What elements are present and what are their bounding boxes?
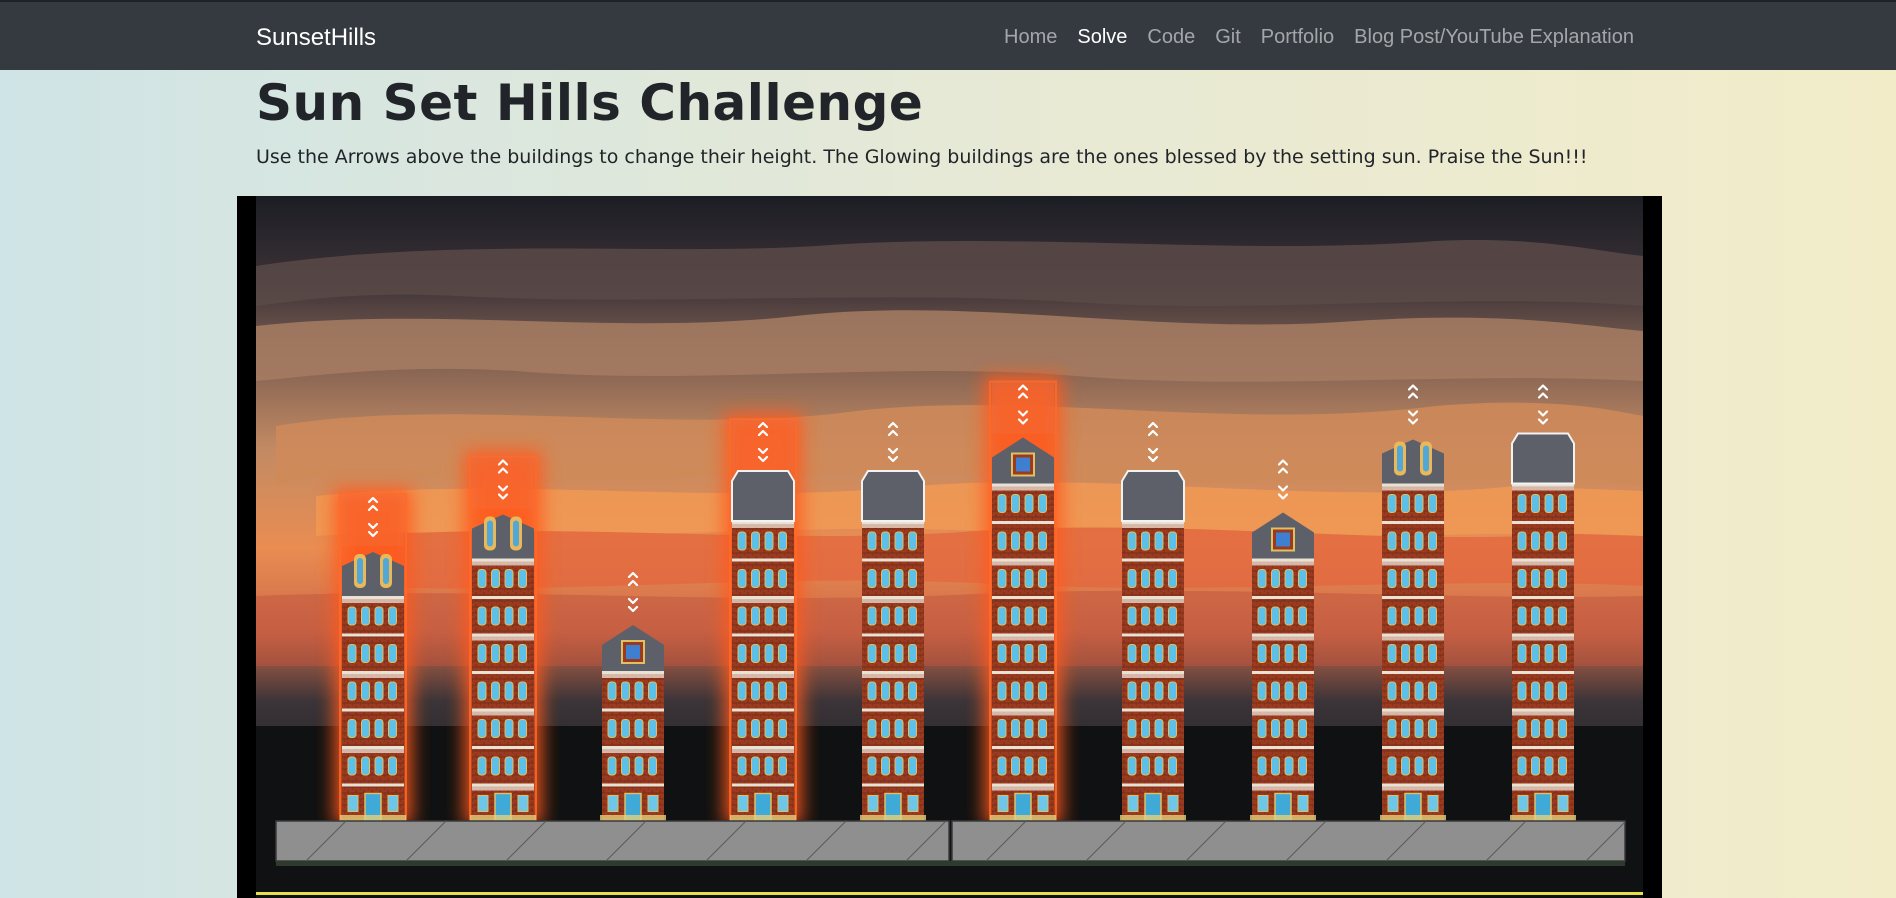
- sunset-scene: [256, 196, 1643, 898]
- slate-roof: [731, 470, 795, 522]
- nav-code[interactable]: Code: [1147, 26, 1195, 49]
- attic-window-icon: [1276, 532, 1290, 547]
- building-5: [860, 421, 926, 822]
- building-6: [984, 375, 1062, 825]
- building-9: [1380, 384, 1446, 822]
- page-title: Sun Set Hills Challenge: [256, 74, 924, 132]
- building-2: [464, 450, 542, 825]
- building-10: [1510, 384, 1576, 822]
- building-4: [724, 413, 802, 825]
- nav-blog-post[interactable]: Blog Post/YouTube Explanation: [1354, 26, 1634, 49]
- slate-roof: [1511, 432, 1575, 485]
- slate-roof: [861, 470, 925, 522]
- ground-line: [256, 892, 1643, 895]
- attic-window-icon: [626, 645, 640, 659]
- nav-links: Home Solve Code Git Portfolio Blog Post/…: [1004, 26, 1634, 49]
- nav-solve[interactable]: Solve: [1077, 26, 1127, 49]
- nav-git[interactable]: Git: [1215, 26, 1241, 49]
- slate-roof: [1121, 470, 1185, 522]
- nav-home[interactable]: Home: [1004, 26, 1057, 49]
- brand-logo[interactable]: SunsetHills: [256, 24, 376, 52]
- nav-portfolio[interactable]: Portfolio: [1261, 26, 1334, 49]
- page-instructions: Use the Arrows above the buildings to ch…: [256, 146, 1588, 168]
- top-navbar: SunsetHills Home Solve Code Git Portfoli…: [0, 0, 1896, 70]
- attic-window-icon: [1016, 457, 1030, 472]
- building-1: [334, 488, 412, 825]
- building-7: [1120, 421, 1186, 822]
